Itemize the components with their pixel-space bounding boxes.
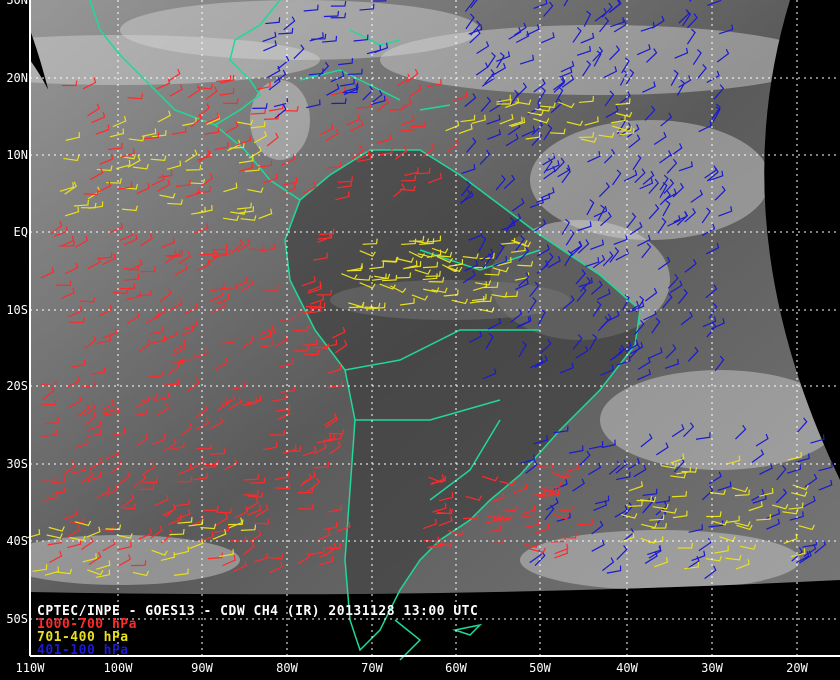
lon-label: 110W (15, 661, 45, 675)
lat-label: 20S (6, 379, 28, 393)
lat-label: EQ (13, 225, 28, 239)
lon-label: 70W (361, 661, 383, 675)
satellite-image (30, 0, 840, 595)
lon-label: 90W (191, 661, 213, 675)
lon-label: 20W (786, 661, 808, 675)
lon-label: 60W (445, 661, 467, 675)
lat-label: 10N (6, 148, 28, 162)
lat-label: 30S (6, 457, 28, 471)
lon-label: 50W (529, 661, 551, 675)
cloud-band (250, 80, 310, 160)
lat-label: 50S (6, 612, 28, 626)
lon-label: 40W (616, 661, 638, 675)
coastline-segment (452, 623, 483, 636)
lon-label: 100W (103, 661, 133, 675)
lat-label: 40S (6, 534, 28, 548)
cloud-band (30, 535, 240, 585)
legend-high-level: 401-100 hPa (37, 643, 129, 658)
lat-label: 20N (6, 71, 28, 85)
lon-label: 30W (701, 661, 723, 675)
lat-label: 10S (6, 303, 28, 317)
cloud-band (380, 25, 820, 95)
lon-label: 80W (276, 661, 298, 675)
satellite-wind-map: 30N 20N 10N EQ 10S 20S 30S 40S 50S 110W 100W 90W 80… (0, 0, 840, 680)
map-canvas (25, 0, 840, 661)
cloud-band (520, 530, 800, 590)
cloud-band (600, 370, 840, 470)
lat-label: 30N (6, 0, 28, 7)
coastline-segment (394, 619, 422, 661)
